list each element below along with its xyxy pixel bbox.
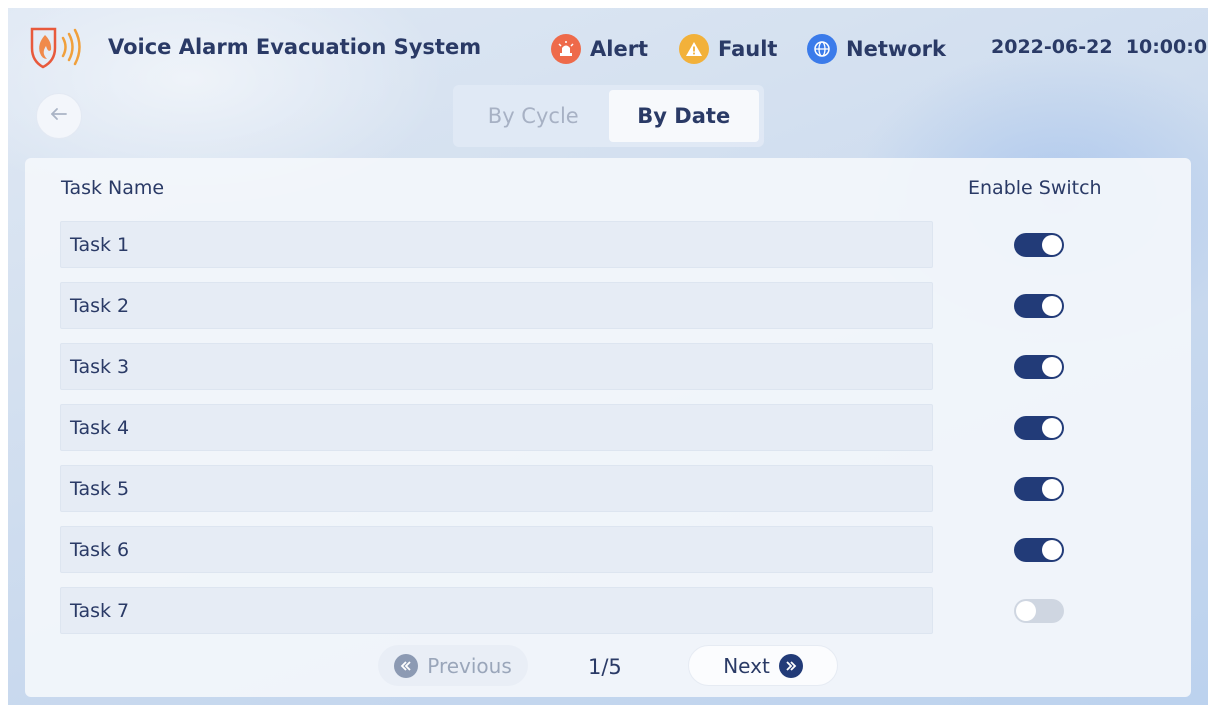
warning-icon	[679, 34, 709, 64]
task-name: Task 5	[70, 478, 130, 500]
alert-status[interactable]: Alert	[551, 34, 648, 64]
enable-toggle[interactable]	[1014, 355, 1064, 379]
toggle-knob	[1042, 296, 1062, 316]
tab-by-cycle[interactable]: By Cycle	[458, 90, 609, 142]
tab-by-date[interactable]: By Date	[608, 90, 759, 142]
back-button[interactable]	[36, 93, 82, 139]
task-name: Task 2	[70, 295, 130, 317]
double-chevron-left-icon	[394, 653, 419, 678]
enable-toggle[interactable]	[1014, 294, 1064, 318]
enable-toggle[interactable]	[1014, 233, 1064, 257]
previous-button[interactable]: Previous	[378, 645, 528, 686]
header-bar: Voice Alarm Evacuation System Alert Faul…	[8, 8, 1208, 88]
task-name: Task 7	[70, 600, 130, 622]
task-row[interactable]: Task 3	[60, 343, 933, 390]
enable-toggle[interactable]	[1014, 538, 1064, 562]
toggle-knob	[1016, 601, 1036, 621]
task-panel: Task Name Enable Switch Task 1 Task 2 Ta…	[25, 158, 1191, 697]
previous-label: Previous	[427, 653, 512, 678]
enable-toggle[interactable]	[1014, 599, 1064, 623]
screen: Voice Alarm Evacuation System Alert Faul…	[8, 8, 1208, 705]
enable-switch-header: Enable Switch	[968, 177, 1102, 199]
task-row[interactable]: Task 6	[60, 526, 933, 573]
enable-toggle[interactable]	[1014, 477, 1064, 501]
toggle-knob	[1042, 235, 1062, 255]
next-button[interactable]: Next	[688, 645, 838, 686]
task-name: Task 6	[70, 539, 130, 561]
page-indicator: 1/5	[588, 655, 622, 679]
datetime-display: 2022-06-22 10:00:06	[991, 36, 1208, 58]
double-chevron-right-icon	[778, 653, 803, 678]
toggle-knob	[1042, 418, 1062, 438]
fire-sound-logo-icon	[28, 24, 90, 70]
enable-toggle[interactable]	[1014, 416, 1064, 440]
toggle-knob	[1042, 479, 1062, 499]
next-label: Next	[723, 653, 770, 678]
network-status[interactable]: Network	[807, 34, 946, 64]
fault-label: Fault	[718, 37, 778, 61]
toggle-knob	[1042, 357, 1062, 377]
siren-icon	[551, 34, 581, 64]
task-row[interactable]: Task 7	[60, 587, 933, 634]
app-title: Voice Alarm Evacuation System	[108, 35, 482, 59]
task-row[interactable]: Task 4	[60, 404, 933, 451]
network-label: Network	[846, 37, 947, 61]
task-name: Task 1	[70, 234, 130, 256]
task-name: Task 3	[70, 356, 130, 378]
task-row[interactable]: Task 5	[60, 465, 933, 512]
arrow-left-icon	[49, 106, 69, 126]
task-row[interactable]: Task 2	[60, 282, 933, 329]
alert-label: Alert	[590, 37, 649, 61]
toggle-knob	[1042, 540, 1062, 560]
task-row[interactable]: Task 1	[60, 221, 933, 268]
schedule-tabs: By Cycle By Date	[453, 85, 764, 147]
task-name: Task 4	[70, 417, 130, 439]
globe-icon	[807, 34, 837, 64]
task-name-header: Task Name	[61, 177, 165, 199]
fault-status[interactable]: Fault	[679, 34, 777, 64]
